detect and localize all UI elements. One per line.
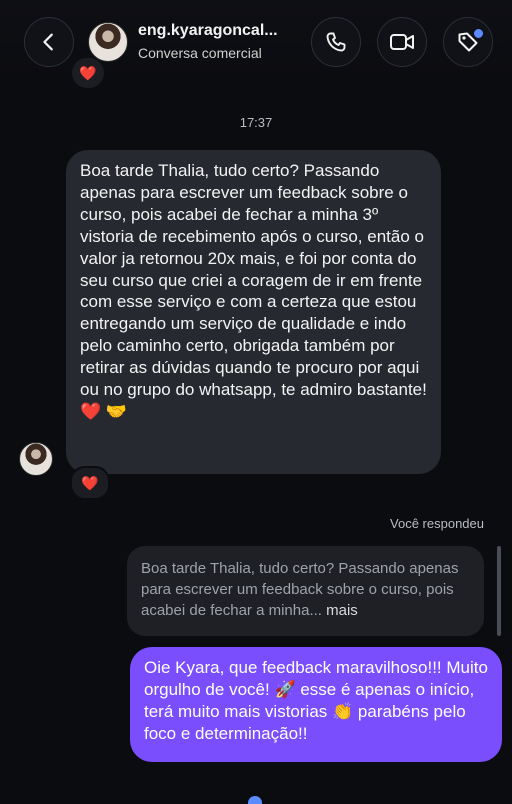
received-message-bubble[interactable]: Boa tarde Thalia, tudo certo? Passando a… — [66, 150, 441, 474]
reply-label: Você respondeu — [390, 516, 484, 531]
quoted-message-bubble[interactable]: Boa tarde Thalia, tudo certo? Passando a… — [127, 546, 484, 636]
back-button[interactable] — [24, 17, 74, 67]
sent-message-bubble[interactable]: Oie Kyara, que feedback maravilhoso!!! M… — [130, 647, 502, 762]
quoted-message-text: Boa tarde Thalia, tudo certo? Passando a… — [141, 560, 459, 619]
contact-subtitle: Conversa comercial — [138, 45, 262, 61]
more-link[interactable]: mais — [326, 602, 358, 619]
message-reaction-heart[interactable]: ❤️ — [70, 466, 110, 500]
back-arrow-icon — [43, 33, 53, 51]
contact-name[interactable]: eng.kyaragoncal... — [138, 22, 308, 40]
contact-avatar[interactable] — [88, 22, 128, 62]
scroll-indicator[interactable] — [248, 796, 262, 804]
video-camera-icon — [390, 34, 414, 50]
message-timestamp: 17:37 — [239, 115, 273, 130]
voice-call-button[interactable] — [311, 17, 361, 67]
previous-message-reaction[interactable]: ❤️ — [72, 58, 104, 88]
reply-indicator-bar — [497, 546, 501, 636]
handshake-emoji: 🤝 — [105, 401, 128, 421]
phone-icon — [326, 32, 346, 52]
rocket-emoji: 🚀 — [274, 680, 296, 699]
notification-dot — [472, 27, 485, 40]
received-message-text: Boa tarde Thalia, tudo certo? Passando a… — [80, 161, 427, 400]
label-button[interactable] — [443, 17, 493, 67]
sender-avatar[interactable] — [19, 442, 53, 476]
video-call-button[interactable] — [377, 17, 427, 67]
clapping-hands-emoji: 👏 — [332, 702, 354, 721]
red-heart-emoji: ❤️ — [80, 401, 102, 421]
